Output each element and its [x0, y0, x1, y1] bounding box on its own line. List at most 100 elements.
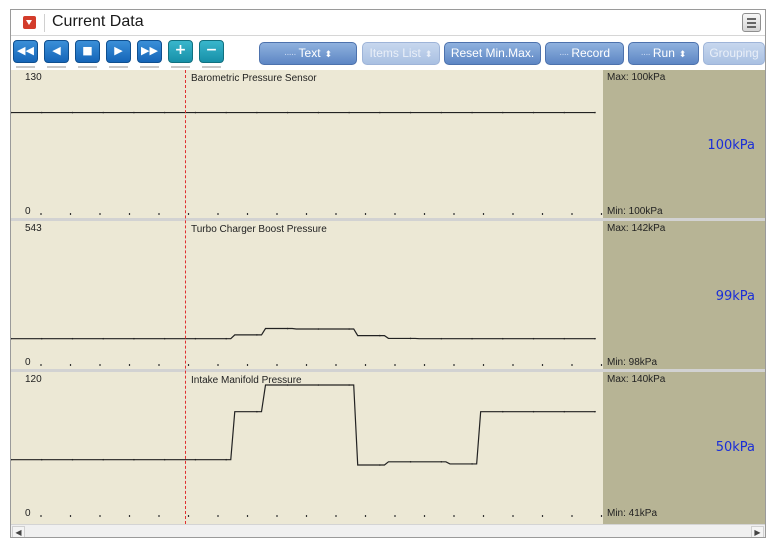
- data-point: [563, 111, 566, 114]
- trace-svg: [11, 384, 603, 517]
- data-point: [532, 337, 535, 340]
- data-point: [501, 111, 504, 114]
- data-point: [594, 410, 596, 413]
- title-separator: [44, 14, 45, 32]
- text-dropdown[interactable]: ····· Text ⬍: [259, 42, 357, 65]
- reset-min-max-button[interactable]: Reset Min.Max.: [444, 42, 541, 65]
- previous-button[interactable]: ◀: [44, 40, 69, 68]
- data-point: [71, 458, 74, 461]
- data-point: [225, 337, 227, 340]
- spinner-icon: ⬍: [424, 49, 433, 59]
- data-point: [440, 337, 443, 340]
- add-button[interactable]: +: [168, 40, 193, 68]
- data-point: [379, 111, 381, 114]
- data-point: [409, 461, 412, 463]
- toolbar: ◀◀ ◀ ■ ▶ ▶▶ + − ····· Text ⬍ Items List ⬍ R…: [11, 37, 765, 69]
- panel-title: Barometric Pressure Sensor: [191, 73, 317, 84]
- play-icon: ▶: [114, 44, 123, 57]
- current-value: 99kPa: [715, 289, 755, 304]
- data-point: [440, 111, 443, 114]
- text-dropdown-label: Text: [298, 46, 321, 60]
- min-value: Min: 98kPa: [607, 357, 658, 368]
- data-point: [256, 111, 258, 114]
- data-point: [348, 328, 350, 330]
- y-min-label: 0: [25, 357, 31, 368]
- chart-panel-barometric: 130 0 Barometric Pressure Sensor Max: 10…: [11, 70, 765, 218]
- data-point: [102, 111, 105, 114]
- horizontal-scrollbar[interactable]: ◀ ▶: [11, 524, 765, 537]
- data-point: [532, 111, 535, 114]
- chart-panel-intake: 120 0 Intake Manifold Pressure Max: 140k…: [11, 372, 765, 524]
- y-max-label: 120: [25, 374, 42, 385]
- stop-icon: ■: [82, 44, 93, 57]
- scroll-right-icon[interactable]: ▶: [751, 526, 764, 537]
- grip-icon: ·····: [283, 49, 297, 60]
- spinner-icon: ⬍: [324, 49, 333, 59]
- data-point: [71, 337, 74, 340]
- app-window: Current Data ◀◀ ◀ ■ ▶ ▶▶ + − ····· Text ⬍ …: [10, 9, 766, 538]
- run-dropdown[interactable]: ···· Run ⬍: [628, 42, 699, 65]
- max-value: Max: 140kPa: [607, 374, 666, 385]
- panel-title: Intake Manifold Pressure: [191, 375, 302, 386]
- items-list-label: Items List: [369, 46, 421, 60]
- time-cursor[interactable]: [185, 70, 186, 524]
- y-max-label: 543: [25, 223, 42, 234]
- title-bar: Current Data: [11, 10, 765, 36]
- stop-button[interactable]: ■: [75, 40, 100, 68]
- data-point: [471, 111, 473, 114]
- fast-forward-icon: ▶▶: [141, 44, 158, 57]
- grip-icon: ····: [640, 49, 651, 60]
- data-point: [102, 458, 105, 461]
- max-value: Max: 100kPa: [607, 72, 666, 83]
- play-button[interactable]: ▶: [106, 40, 131, 68]
- plus-icon: +: [174, 42, 187, 58]
- rewind-icon: ◀◀: [17, 44, 34, 57]
- data-point: [163, 458, 166, 461]
- window-menu-icon[interactable]: [742, 13, 761, 32]
- y-max-label: 130: [25, 72, 42, 83]
- y-min-label: 0: [25, 508, 31, 519]
- spinner-icon: ⬍: [678, 49, 687, 59]
- data-point: [317, 384, 320, 386]
- data-point: [594, 337, 596, 340]
- data-point: [317, 328, 320, 330]
- data-point: [71, 111, 74, 114]
- max-value: Max: 142kPa: [607, 223, 666, 234]
- current-value: 100kPa: [707, 138, 755, 153]
- trace-line: [11, 327, 595, 340]
- data-point: [40, 111, 43, 114]
- data-point: [286, 111, 289, 114]
- data-point: [471, 337, 473, 340]
- data-point: [40, 458, 43, 461]
- data-point: [194, 458, 197, 461]
- run-label: Run: [652, 46, 675, 60]
- record-button[interactable]: ···· Record: [545, 42, 624, 65]
- reset-min-max-label: Reset Min.Max.: [450, 46, 535, 60]
- grouping-button[interactable]: Grouping: [703, 42, 765, 65]
- remove-button[interactable]: −: [199, 40, 224, 68]
- scroll-left-icon[interactable]: ◀: [12, 526, 25, 537]
- trace-svg: [11, 327, 603, 366]
- dropdown-arrow-icon[interactable]: [23, 16, 36, 29]
- data-point: [532, 410, 535, 413]
- previous-icon: ◀: [52, 44, 61, 57]
- data-point: [133, 111, 135, 114]
- data-point: [286, 327, 289, 330]
- panel-title: Turbo Charger Boost Pressure: [191, 224, 327, 235]
- chart-area: 130 0 Barometric Pressure Sensor Max: 10…: [11, 70, 765, 524]
- data-point: [379, 334, 381, 337]
- data-point: [440, 461, 443, 463]
- fast-forward-button[interactable]: ▶▶: [137, 40, 162, 68]
- y-min-label: 0: [25, 206, 31, 217]
- current-value: 50kPa: [715, 440, 755, 455]
- data-point: [163, 337, 166, 340]
- data-point: [563, 337, 566, 340]
- data-point: [379, 464, 381, 466]
- rewind-button[interactable]: ◀◀: [13, 40, 38, 68]
- data-point: [133, 458, 135, 461]
- items-list-dropdown[interactable]: Items List ⬍: [362, 42, 440, 65]
- grouping-label: Grouping: [709, 46, 759, 60]
- data-point: [594, 111, 596, 114]
- data-point: [163, 111, 166, 114]
- window-title: Current Data: [52, 13, 144, 30]
